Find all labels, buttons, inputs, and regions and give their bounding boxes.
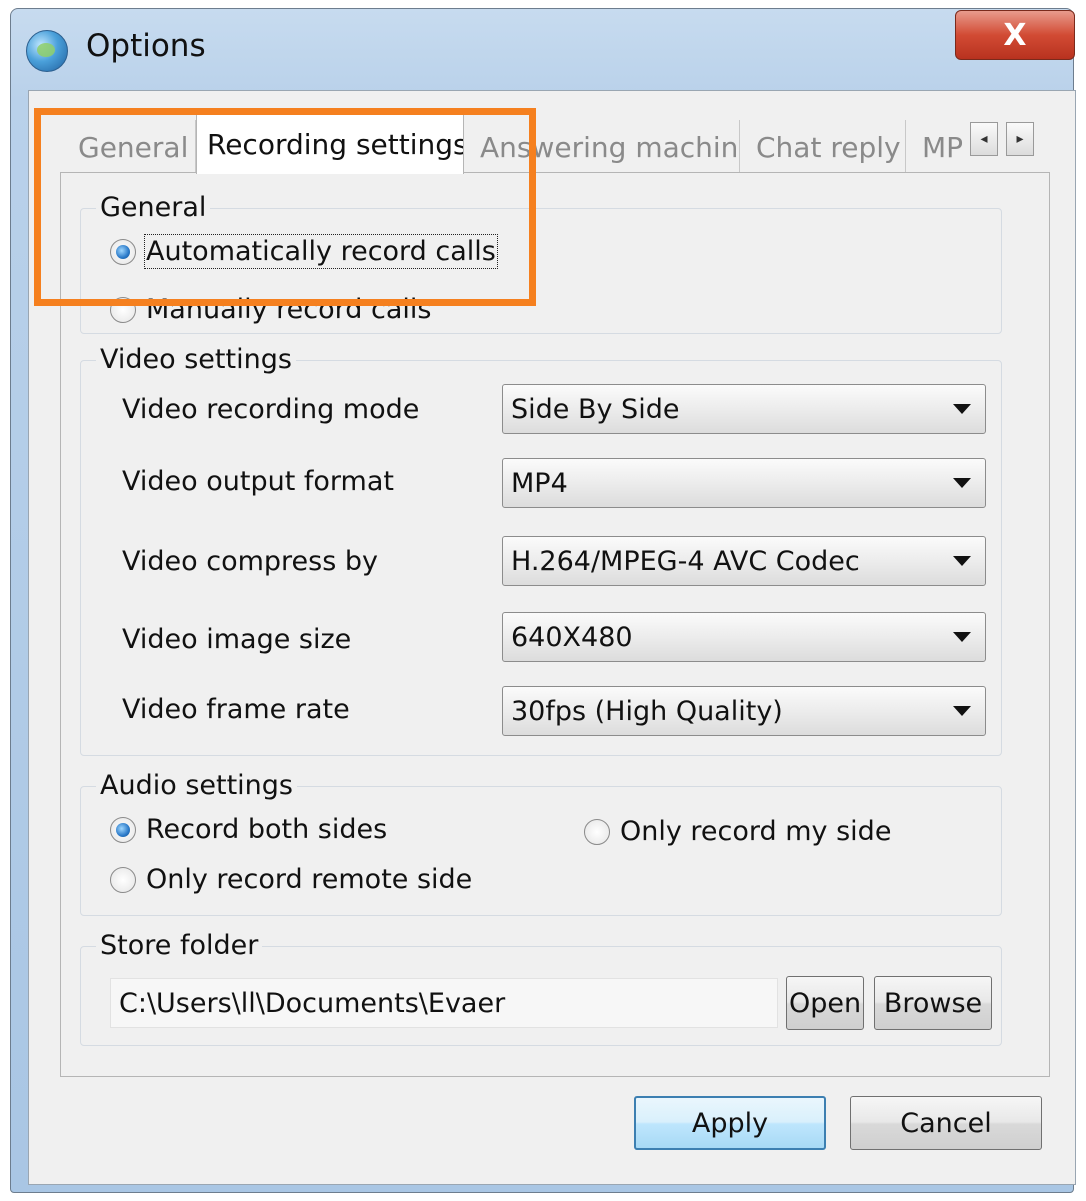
video-image-size-select[interactable]: 640X480 [502, 612, 986, 662]
window-title: Options [86, 28, 206, 64]
video-settings-label: Video settings [96, 344, 296, 375]
tab-general[interactable]: General [68, 120, 196, 174]
video-frame-rate-value: 30fps (High Quality) [511, 695, 783, 727]
chevron-down-icon [953, 706, 971, 716]
audio-settings-group [80, 786, 1002, 916]
video-recording-mode-value: Side By Side [511, 393, 680, 425]
video-recording-mode-select[interactable]: Side By Side [502, 384, 986, 434]
auto-record-label: Automatically record calls [144, 234, 498, 269]
chevron-down-icon [953, 556, 971, 566]
only-record-remote-side-radio[interactable]: Only record remote side [110, 864, 472, 895]
video-recording-mode-label: Video recording mode [122, 394, 420, 425]
radio-checked-icon [110, 816, 136, 843]
store-folder-path-field[interactable]: C:\Users\ll\Documents\Evaer [110, 978, 778, 1028]
manual-record-radio[interactable]: Manually record calls [110, 294, 431, 325]
tab-strip: General Recording settings Answering mac… [60, 114, 1050, 174]
only-record-remote-side-label: Only record remote side [146, 864, 473, 895]
radio-unchecked-icon [110, 866, 136, 893]
only-record-my-side-label: Only record my side [620, 816, 892, 847]
radio-checked-icon [110, 238, 136, 265]
video-compress-by-label: Video compress by [122, 546, 378, 577]
video-compress-by-value: H.264/MPEG-4 AVC Codec [511, 545, 860, 577]
video-output-format-label: Video output format [122, 466, 394, 497]
chevron-down-icon [953, 632, 971, 642]
radio-unchecked-icon [110, 296, 136, 323]
audio-settings-label: Audio settings [96, 770, 297, 801]
tab-mp[interactable]: MP [912, 120, 968, 174]
manual-record-label: Manually record calls [146, 294, 432, 325]
auto-record-radio[interactable]: Automatically record calls [110, 234, 498, 269]
video-output-format-select[interactable]: MP4 [502, 458, 986, 508]
record-both-sides-radio[interactable]: Record both sides [110, 814, 387, 845]
app-globe-icon [26, 30, 68, 72]
video-frame-rate-select[interactable]: 30fps (High Quality) [502, 686, 986, 736]
store-folder-label: Store folder [96, 930, 263, 961]
only-record-my-side-radio[interactable]: Only record my side [584, 816, 891, 847]
close-button[interactable]: X [955, 10, 1075, 60]
chevron-down-icon [953, 478, 971, 488]
video-frame-rate-label: Video frame rate [122, 694, 350, 725]
open-folder-button[interactable]: Open [786, 976, 864, 1030]
video-output-format-value: MP4 [511, 467, 568, 499]
browse-folder-button[interactable]: Browse [874, 976, 992, 1030]
chevron-down-icon [953, 404, 971, 414]
apply-button[interactable]: Apply [634, 1096, 826, 1150]
general-group-label: General [96, 192, 211, 223]
video-image-size-label: Video image size [122, 624, 352, 655]
cancel-button[interactable]: Cancel [850, 1096, 1042, 1150]
tab-chat-reply[interactable]: Chat reply [746, 120, 906, 174]
radio-unchecked-icon [584, 818, 610, 845]
video-image-size-value: 640X480 [511, 621, 633, 653]
tab-scroll-left-icon[interactable]: ◂ [970, 122, 998, 156]
tab-scroll-right-icon[interactable]: ▸ [1006, 122, 1034, 156]
video-compress-by-select[interactable]: H.264/MPEG-4 AVC Codec [502, 536, 986, 586]
tab-answering-machine[interactable]: Answering machine [470, 120, 740, 174]
record-both-sides-label: Record both sides [146, 814, 388, 845]
tab-recording-settings[interactable]: Recording settings [196, 114, 464, 174]
